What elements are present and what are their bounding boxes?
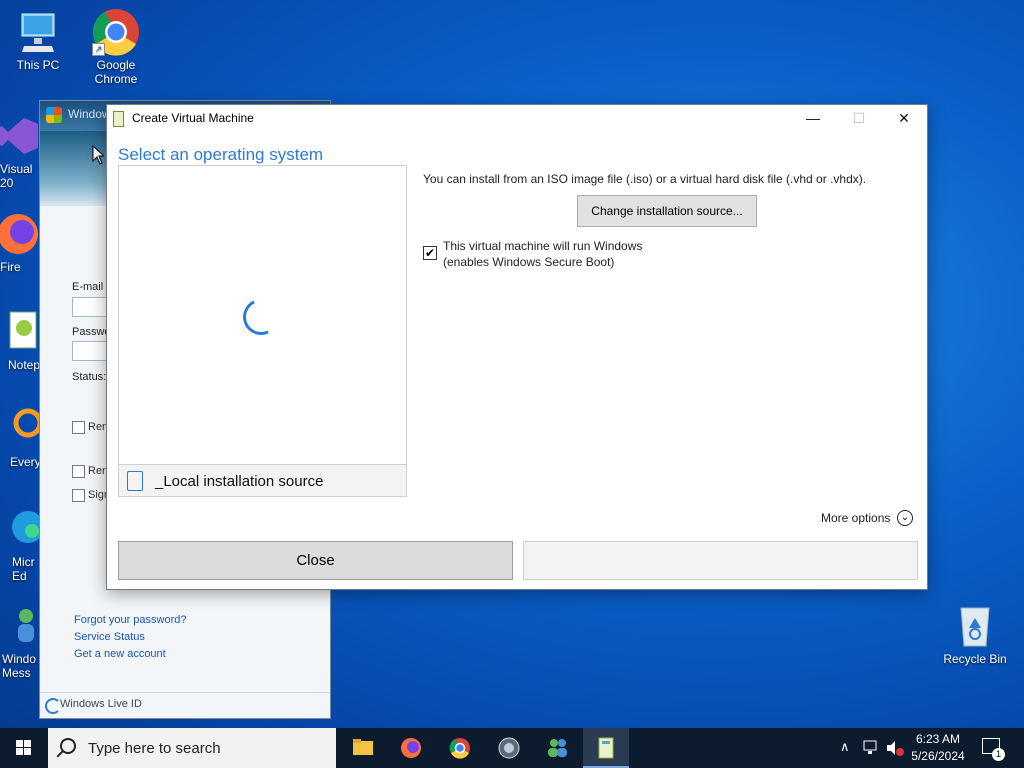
taskbar-search-box[interactable]: Type here to search [48, 728, 336, 768]
desktop-icon-label: Recycle Bin [943, 652, 1007, 666]
remember-me-checkbox[interactable] [72, 421, 85, 434]
close-button[interactable]: Close [118, 541, 513, 580]
notepad-icon [0, 308, 42, 356]
desktop-icon-recycle-bin[interactable]: Recycle Bin [937, 602, 1013, 666]
clock-date: 5/26/2024 [911, 749, 965, 763]
chevron-down-icon[interactable]: ⌄ [897, 510, 913, 526]
create-vm-dialog[interactable]: Create Virtual Machine — ☐ ✕ Select an o… [106, 104, 928, 590]
windows-start-icon [16, 740, 31, 755]
dialog-titlebar[interactable]: Create Virtual Machine — ☐ ✕ [107, 105, 927, 131]
dialog-title: Create Virtual Machine [132, 111, 254, 125]
file-explorer-icon [353, 739, 373, 755]
taskbar-messenger[interactable] [535, 728, 581, 768]
desktop-icon-label: This PC [16, 58, 60, 72]
network-icon[interactable] [862, 739, 880, 757]
windows-logo-icon [46, 107, 62, 123]
everything-search-icon [0, 405, 43, 453]
visual-studio-icon [0, 112, 42, 160]
chrome-icon [449, 738, 470, 759]
live-window-title: Window [68, 107, 111, 121]
taskbar-clock[interactable]: 6:23 AM 5/26/2024 [900, 731, 976, 765]
messenger-icon [548, 739, 567, 757]
notification-count-badge: 1 [992, 748, 1005, 761]
desktop-icon-label: Windo Mess [2, 652, 37, 680]
run-windows-label-line1: This virtual machine will run Windows [443, 239, 643, 253]
checkmark-icon: ✔ [424, 246, 436, 260]
taskbar-hyperv-quick-create[interactable] [583, 728, 629, 768]
edge-icon [0, 505, 44, 553]
taskbar-firefox[interactable] [388, 728, 434, 768]
desktop-icon-label: Micr Ed [12, 555, 35, 583]
os-gallery-list[interactable] [118, 165, 407, 465]
taskbar-file-explorer[interactable] [340, 728, 386, 768]
clock-time: 6:23 AM [915, 732, 961, 746]
chrome-icon: ↗ [92, 8, 140, 56]
run-windows-checkbox[interactable]: ✔ [423, 246, 437, 260]
desktop-icon-google-chrome[interactable]: ↗ Google Chrome [78, 8, 154, 86]
loading-spinner-icon [237, 293, 285, 341]
more-options-link[interactable]: More options [821, 511, 890, 525]
local-source-icon [127, 471, 143, 491]
select-os-heading: Select an operating system [118, 145, 324, 164]
chevron-up-icon[interactable]: ∧ [840, 739, 850, 755]
taskbar-settings-tool[interactable] [486, 728, 532, 768]
installation-info-text: You can install from an ISO image file (… [423, 172, 867, 186]
computer-icon [14, 8, 62, 56]
local-source-label: _Local installation source [155, 473, 324, 490]
firefox-icon [0, 210, 42, 258]
windows-live-logo-icon [45, 698, 61, 714]
search-icon [60, 738, 76, 754]
maximize-button[interactable]: ☐ [836, 105, 882, 131]
settings-tool-icon [498, 737, 520, 759]
change-installation-source-button[interactable]: Change installation source... [577, 195, 757, 227]
hyperv-quick-create-icon [598, 737, 614, 759]
minimize-button[interactable]: — [790, 105, 836, 131]
desktop-icon-this-pc[interactable]: This PC [0, 8, 76, 72]
footer-label: Windows Live ID [60, 698, 142, 710]
create-vm-button[interactable]: Create Virtual Machine [523, 541, 918, 580]
desktop-icon-label: Visual 20 [0, 162, 33, 190]
search-placeholder: Type here to search [88, 740, 221, 757]
firefox-icon [401, 738, 421, 758]
remember-password-checkbox[interactable] [72, 465, 85, 478]
forgot-password-link[interactable]: Forgot your password? [74, 614, 187, 626]
desktop-icon-label: Google Chrome [94, 58, 138, 86]
taskbar-chrome[interactable] [437, 728, 483, 768]
status-label: Status: [72, 371, 107, 383]
start-button[interactable] [0, 728, 48, 768]
hyperv-quick-create-icon [113, 111, 124, 127]
mouse-cursor-icon [92, 145, 104, 165]
local-installation-source-button[interactable]: _Local installation source [118, 464, 407, 497]
service-status-link[interactable]: Service Status [74, 631, 145, 643]
close-window-button[interactable]: ✕ [881, 105, 927, 131]
recycle-bin-icon [951, 602, 999, 650]
password-label: Passwo [72, 326, 111, 338]
taskbar: Type here to search ∧ 6:23 AM 5/26/2024 … [0, 728, 1024, 768]
messenger-icon [0, 602, 42, 650]
run-windows-label: This virtual machine will run Windows (e… [443, 238, 642, 270]
shortcut-arrow-icon: ↗ [92, 43, 105, 56]
get-new-account-link[interactable]: Get a new account [74, 648, 166, 660]
live-window-footer: Windows Live ID [40, 692, 330, 718]
run-windows-label-line2: (enables Windows Secure Boot) [443, 255, 615, 269]
sign-in-auto-checkbox[interactable] [72, 489, 85, 502]
